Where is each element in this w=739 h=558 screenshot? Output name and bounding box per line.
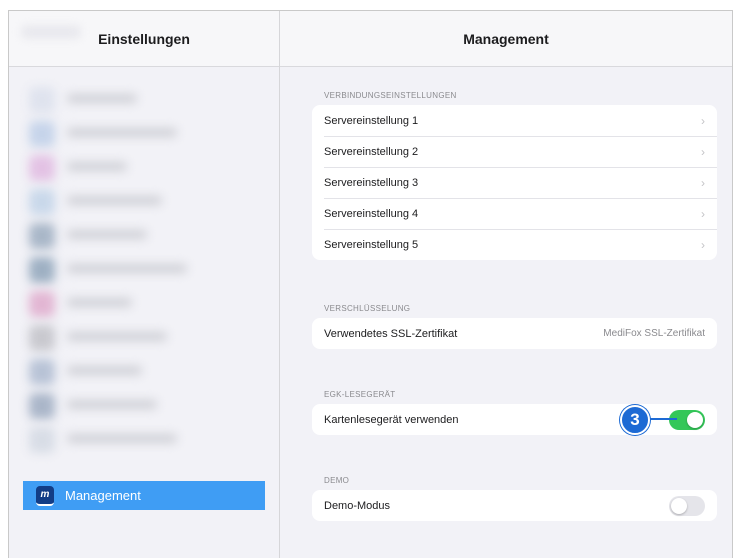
blurred-label (67, 366, 142, 375)
chevron-right-icon: › (701, 206, 705, 221)
app-window: Einstellungen m Management Management VE… (8, 10, 733, 558)
sidebar-item-blurred[interactable] (23, 183, 265, 217)
section-title-connection: VERBINDUNGSEINSTELLUNGEN (324, 91, 457, 100)
blurred-app-icon (29, 325, 55, 351)
server-setting-4-row[interactable]: Servereinstellung 4 › (312, 198, 717, 229)
blurred-app-icon (29, 427, 55, 453)
blurred-app-icon (29, 155, 55, 181)
server-setting-1-row[interactable]: Servereinstellung 1 › (312, 105, 717, 136)
row-label: Kartenlesegerät verwenden (324, 413, 459, 426)
server-setting-5-row[interactable]: Servereinstellung 5 › (312, 229, 717, 260)
callout-badge: 3 (620, 405, 650, 435)
sidebar-title: Einstellungen (98, 30, 190, 47)
group-encryption: Verwendetes SSL-Zertifikat MediFox SSL-Z… (312, 318, 717, 349)
chevron-right-icon: › (701, 237, 705, 252)
blurred-app-icon (29, 87, 55, 113)
row-label: Servereinstellung 4 (324, 207, 419, 220)
blurred-label (67, 400, 157, 409)
section-title-demo: DEMO (324, 476, 350, 485)
sidebar-item-blurred[interactable] (23, 217, 265, 251)
chevron-right-icon: › (701, 175, 705, 190)
group-connection: Servereinstellung 1 › Servereinstellung … (312, 105, 717, 260)
demo-mode-row: Demo-Modus (312, 490, 717, 521)
row-label: Servereinstellung 5 (324, 238, 419, 251)
sidebar-item-blurred[interactable] (23, 115, 265, 149)
blurred-label (67, 298, 132, 307)
blurred-app-icon (29, 257, 55, 283)
sidebar-item-blurred[interactable] (23, 149, 265, 183)
page-title: Management (463, 30, 549, 47)
section-title-encryption: VERSCHLÜSSELUNG (324, 304, 411, 313)
detail-pane: Management VERBINDUNGSEINSTELLUNGEN Serv… (280, 11, 732, 558)
blurred-label (67, 230, 147, 239)
ssl-certificate-value: MediFox SSL-Zertifikat (603, 328, 705, 339)
group-demo: Demo-Modus (312, 490, 717, 521)
ssl-certificate-row[interactable]: Verwendetes SSL-Zertifikat MediFox SSL-Z… (312, 318, 717, 349)
blurred-app-icon (29, 223, 55, 249)
chevron-right-icon: › (701, 113, 705, 128)
blurred-label (67, 162, 127, 171)
sidebar-header: Einstellungen (9, 11, 279, 67)
row-label: Verwendetes SSL-Zertifikat (324, 327, 458, 340)
sidebar-item-blurred[interactable] (23, 387, 265, 421)
toggle-knob (687, 411, 703, 428)
blurred-app-icon (29, 121, 55, 147)
blurred-app-icon (29, 393, 55, 419)
detail-header: Management (280, 11, 732, 67)
callout-line (649, 418, 677, 420)
sidebar-item-blurred[interactable] (23, 421, 265, 455)
sidebar: Einstellungen m Management (9, 11, 280, 558)
blurred-label (67, 128, 177, 137)
section-title-card-reader: EGK-LESEGERÄT (324, 390, 396, 399)
blurred-label (67, 94, 137, 103)
toggle-knob (671, 497, 687, 514)
management-icon: m (36, 485, 54, 506)
sidebar-item-blurred[interactable] (23, 251, 265, 285)
server-setting-3-row[interactable]: Servereinstellung 3 › (312, 167, 717, 198)
server-setting-2-row[interactable]: Servereinstellung 2 › (312, 136, 717, 167)
blurred-app-icon (29, 291, 55, 317)
sidebar-item-label: Management (65, 488, 141, 503)
blurred-label (67, 332, 167, 341)
blurred-label (67, 196, 162, 205)
chevron-right-icon: › (701, 144, 705, 159)
sidebar-item-blurred[interactable] (23, 319, 265, 353)
blurred-app-icon (29, 359, 55, 385)
row-label: Servereinstellung 2 (324, 145, 419, 158)
row-label: Servereinstellung 1 (324, 114, 419, 127)
blurred-label (67, 264, 187, 273)
blurred-search (21, 25, 81, 39)
sidebar-item-management[interactable]: m Management (23, 481, 265, 510)
blurred-label (67, 434, 177, 443)
sidebar-item-blurred[interactable] (23, 81, 265, 115)
demo-mode-toggle[interactable] (669, 495, 705, 516)
sidebar-item-blurred[interactable] (23, 353, 265, 387)
row-label: Servereinstellung 3 (324, 176, 419, 189)
blurred-app-icon (29, 189, 55, 215)
row-label: Demo-Modus (324, 499, 391, 512)
sidebar-item-blurred[interactable] (23, 285, 265, 319)
